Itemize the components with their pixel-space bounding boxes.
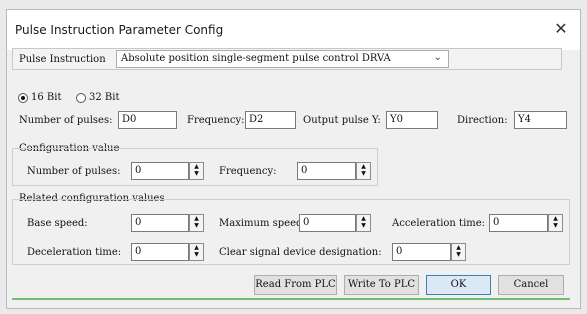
frequency-input[interactable]: D2: [245, 111, 296, 129]
max-speed-label: Maximum speed:: [219, 218, 306, 229]
spin-up-icon: ▲: [361, 163, 366, 170]
direction-input[interactable]: Y4: [514, 111, 567, 129]
ok-button[interactable]: OK: [426, 275, 491, 295]
spin-up-icon: ▲: [194, 163, 199, 170]
base-speed-field[interactable]: 0: [131, 214, 189, 232]
dialog-title: Pulse Instruction Parameter Config: [15, 23, 224, 37]
accel-time-stepper: 0 ▲ ▼: [489, 214, 563, 232]
accel-time-spin-button[interactable]: ▲ ▼: [548, 214, 563, 232]
decel-time-field[interactable]: 0: [131, 243, 189, 261]
max-speed-field[interactable]: 0: [299, 214, 356, 232]
config-frequency-stepper: 0 ▲ ▼: [297, 162, 371, 180]
write-to-plc-button[interactable]: Write To PLC: [344, 275, 419, 295]
title-bar: Pulse Instruction Parameter Config ✕: [7, 10, 580, 50]
config-frequency-field[interactable]: 0: [297, 162, 356, 180]
spin-down-icon: ▼: [361, 222, 366, 229]
spin-down-icon: ▼: [361, 170, 366, 177]
close-icon[interactable]: ✕: [552, 20, 570, 38]
config-pulses-field[interactable]: 0: [131, 162, 189, 180]
instruction-selected-value: Absolute position single-segment pulse c…: [121, 53, 391, 64]
config-frequency-spin-button[interactable]: ▲ ▼: [356, 162, 371, 180]
config-pulses-stepper: 0 ▲ ▼: [131, 162, 204, 180]
cancel-button[interactable]: Cancel: [498, 275, 564, 295]
spin-up-icon: ▲: [194, 215, 199, 222]
frequency-label: Frequency:: [187, 115, 245, 126]
config-frequency-label: Frequency:: [219, 166, 277, 177]
clear-signal-spin-button[interactable]: ▲ ▼: [451, 243, 466, 261]
max-speed-spin-button[interactable]: ▲ ▼: [356, 214, 371, 232]
pulses-label: Number of pulses:: [19, 115, 113, 126]
decel-time-stepper: 0 ▲ ▼: [131, 243, 204, 261]
radio-32-bit[interactable]: [76, 93, 86, 103]
config-pulses-label: Number of pulses:: [27, 166, 121, 177]
spin-down-icon: ▼: [553, 222, 558, 229]
base-speed-spin-button[interactable]: ▲ ▼: [189, 214, 204, 232]
direction-label: Direction:: [457, 115, 508, 126]
output-pulse-input[interactable]: Y0: [386, 111, 438, 129]
read-from-plc-button[interactable]: Read From PLC: [254, 275, 337, 295]
spin-up-icon: ▲: [553, 215, 558, 222]
spin-up-icon: ▲: [361, 215, 366, 222]
radio-32-bit-label: 32 Bit: [89, 92, 120, 103]
output-pulse-label: Output pulse Y:: [303, 115, 381, 126]
instruction-select[interactable]: Absolute position single-segment pulse c…: [116, 50, 449, 68]
spin-down-icon: ▼: [194, 170, 199, 177]
clear-signal-stepper: 0 ▲ ▼: [392, 243, 466, 261]
spin-down-icon: ▼: [194, 222, 199, 229]
spin-down-icon: ▼: [194, 251, 199, 258]
clear-signal-label: Clear signal device designation:: [219, 247, 382, 258]
spin-up-icon: ▲: [456, 244, 461, 251]
base-speed-label: Base speed:: [27, 218, 88, 229]
decel-time-label: Deceleration time:: [27, 247, 122, 258]
accel-time-label: Acceleration time:: [392, 218, 486, 229]
radio-16-bit-label: 16 Bit: [31, 92, 62, 103]
radio-16-bit[interactable]: [18, 93, 28, 103]
pulses-input[interactable]: D0: [118, 111, 177, 129]
spin-up-icon: ▲: [194, 244, 199, 251]
spin-down-icon: ▼: [456, 251, 461, 258]
base-speed-stepper: 0 ▲ ▼: [131, 214, 204, 232]
clear-signal-field[interactable]: 0: [392, 243, 451, 261]
chevron-down-icon: ⌄: [433, 52, 442, 63]
accel-time-field[interactable]: 0: [489, 214, 548, 232]
decel-time-spin-button[interactable]: ▲ ▼: [189, 243, 204, 261]
config-pulses-spin-button[interactable]: ▲ ▼: [189, 162, 204, 180]
progress-strip: [12, 298, 570, 300]
instruction-label: Pulse Instruction: [19, 54, 106, 65]
max-speed-stepper: 0 ▲ ▼: [299, 214, 371, 232]
